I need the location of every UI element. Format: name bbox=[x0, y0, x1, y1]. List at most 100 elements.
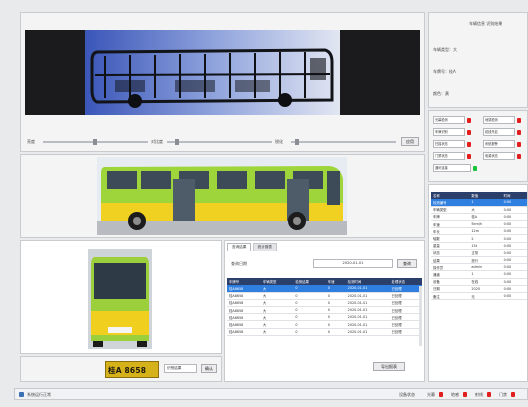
brightness-label: 亮度 bbox=[27, 139, 35, 144]
records-table-row[interactable]: 桂A8658 大 0 0 2020-01-01 已处理 bbox=[227, 328, 422, 336]
front-camera-image bbox=[88, 249, 152, 349]
export-report-button[interactable]: 导出报表 bbox=[373, 362, 405, 371]
records-table-row[interactable]: 桂A8658 大 0 0 2020-01-01 已处理 bbox=[227, 299, 422, 308]
data-table-row[interactable]: 检测编号 1 0:00 bbox=[431, 199, 527, 207]
sharpen-slider[interactable] bbox=[291, 139, 396, 145]
indicator-light-icon bbox=[517, 153, 521, 159]
records-cell: 0 bbox=[293, 306, 326, 315]
records-cell: 大 bbox=[260, 285, 294, 293]
data-table-row[interactable]: 设备 在线 0:00 bbox=[431, 278, 527, 286]
plate-confirm-button[interactable]: 确认 bbox=[201, 364, 217, 373]
xray-panel: 亮度 对比度 锐化 应用 bbox=[20, 12, 425, 152]
data-table-row[interactable]: 结果 放行 0:00 bbox=[431, 256, 527, 265]
data-cell: 0:00 bbox=[501, 249, 527, 258]
data-cell: 2020 bbox=[469, 285, 502, 293]
data-cell: 设备 bbox=[431, 278, 470, 286]
records-cell: 0 bbox=[325, 306, 346, 315]
indicator-light-icon bbox=[467, 129, 471, 135]
indicator-light-icon bbox=[467, 141, 471, 147]
indicator-box: 电源状态 bbox=[483, 152, 515, 160]
data-cell: 12m bbox=[469, 227, 502, 236]
data-table-row[interactable]: 车速 5km/h 0:00 bbox=[431, 220, 527, 229]
data-col-time[interactable]: 时间 bbox=[501, 192, 527, 199]
info-field-color: 颜色：黄 bbox=[433, 91, 449, 96]
data-table-row[interactable]: 备注无 0:00 bbox=[431, 292, 527, 301]
records-table-row[interactable]: 桂A8658 大 0 0 2020-01-01 已处理 bbox=[227, 313, 422, 322]
records-table: 车牌号 车辆类型 检测结果 车速 检测时间 处理状态 桂A8658 大 0 0 2020… bbox=[227, 278, 422, 336]
search-button[interactable]: 查询 bbox=[397, 259, 417, 268]
records-table-row[interactable]: 桂A8658 大 0 0 2020-01-01 已处理 bbox=[227, 306, 422, 315]
data-cell: 正常 bbox=[469, 249, 502, 258]
data-cell: admin bbox=[469, 263, 502, 272]
search-date-value: 2020-01-01 bbox=[342, 261, 364, 265]
sharpen-thumb[interactable] bbox=[295, 139, 299, 145]
records-col-status[interactable]: 处理状态 bbox=[389, 278, 422, 285]
records-cell: 大 bbox=[260, 306, 294, 315]
records-cell: 0 bbox=[325, 299, 346, 308]
tab-query-results[interactable]: 查询结果 bbox=[227, 243, 252, 251]
records-col-result[interactable]: 检测结果 bbox=[293, 278, 326, 285]
brightness-thumb[interactable] bbox=[93, 139, 97, 145]
data-cell: 2 bbox=[469, 234, 502, 243]
data-table-row[interactable]: 状态 正常 0:00 bbox=[431, 249, 527, 258]
records-col-time[interactable]: 检测时间 bbox=[345, 278, 390, 285]
records-scrollbar[interactable] bbox=[419, 286, 422, 346]
status-right-text: 设备状态 bbox=[399, 392, 415, 397]
indicator-label: 系统报警 bbox=[485, 142, 498, 146]
indicator-box: 门禁状态 bbox=[433, 152, 465, 160]
data-col-name[interactable]: 名称 bbox=[431, 192, 470, 199]
contrast-slider[interactable] bbox=[167, 139, 272, 145]
records-table-row[interactable]: 桂A8658 大 0 0 2020-01-01 已处理 bbox=[227, 292, 422, 300]
indicator-light-icon bbox=[517, 129, 521, 135]
records-cell: 大 bbox=[260, 313, 294, 322]
search-date-field[interactable]: 2020-01-01 bbox=[313, 259, 393, 268]
data-cell: 0:00 bbox=[501, 263, 527, 272]
data-table-row[interactable]: 车长 12m 0:00 bbox=[431, 227, 527, 236]
records-cell: 已处理 bbox=[389, 299, 422, 308]
records-cell: 2020-01-01 bbox=[345, 320, 390, 329]
brightness-slider[interactable] bbox=[43, 139, 148, 145]
tab-statistics[interactable]: 统计报表 bbox=[252, 243, 278, 251]
data-cell: 0:00 bbox=[501, 270, 527, 279]
records-col-speed[interactable]: 车速 bbox=[325, 278, 346, 285]
data-table-row[interactable]: 操作员 admin 0:00 bbox=[431, 263, 527, 272]
data-cell: 0:00 bbox=[501, 256, 527, 265]
data-col-value[interactable]: 数值 bbox=[469, 192, 502, 199]
data-cell: 操作员 bbox=[431, 263, 470, 272]
records-table-row[interactable]: 桂A8658 大 0 0 2020-01-01 已处理 bbox=[227, 320, 422, 329]
data-table-row[interactable]: 车牌 桂A 0:00 bbox=[431, 213, 527, 222]
records-cell: 桂A8658 bbox=[227, 306, 261, 315]
plate-result-field[interactable]: 识别结果 bbox=[164, 364, 197, 373]
data-cell: 轴数 bbox=[431, 234, 470, 243]
indicator-label: 通讯连接 bbox=[435, 166, 448, 170]
status-bar: 系统运行正常 设备状态 光幕 地感 射线 门禁 bbox=[14, 388, 528, 400]
indicator-box: 通讯连接 bbox=[433, 164, 471, 172]
data-cell: 车长 bbox=[431, 227, 470, 236]
records-cell: 桂A8658 bbox=[227, 320, 261, 329]
data-cell: 0:00 bbox=[501, 278, 527, 286]
records-cell: 2020-01-01 bbox=[345, 285, 390, 293]
records-col-type[interactable]: 车辆类型 bbox=[260, 278, 294, 285]
records-cell: 桂A8658 bbox=[227, 292, 261, 300]
data-table-row[interactable]: 轴数 2 0:00 bbox=[431, 234, 527, 243]
data-cell: 无 bbox=[469, 292, 502, 301]
data-cell: 车牌 bbox=[431, 213, 470, 222]
data-table-row[interactable]: 通道 1 0:00 bbox=[431, 270, 527, 279]
data-cell: 大 bbox=[469, 206, 502, 214]
data-cell: 检测编号 bbox=[431, 199, 470, 207]
xray-image bbox=[25, 30, 420, 115]
data-table-row[interactable]: 日期 2020 0:00 bbox=[431, 285, 527, 293]
records-cell: 已处理 bbox=[389, 292, 422, 300]
contrast-label: 对比度 bbox=[151, 139, 163, 144]
apply-button[interactable]: 应用 bbox=[401, 137, 419, 146]
contrast-thumb[interactable] bbox=[175, 139, 179, 145]
records-cell: 大 bbox=[260, 320, 294, 329]
data-cell: 0:00 bbox=[501, 285, 527, 293]
records-table-row[interactable]: 桂A8658 大 0 0 2020-01-01 已处理 bbox=[227, 285, 422, 293]
data-table-row[interactable]: 重量 15t 0:00 bbox=[431, 242, 527, 250]
data-table-row[interactable]: 车辆类型大 0:00 bbox=[431, 206, 527, 214]
records-col-plate[interactable]: 车牌号 bbox=[227, 278, 261, 285]
side-camera-image bbox=[97, 157, 347, 235]
indicator-box: 系统报警 bbox=[483, 140, 515, 148]
status-light-icon bbox=[487, 392, 491, 397]
